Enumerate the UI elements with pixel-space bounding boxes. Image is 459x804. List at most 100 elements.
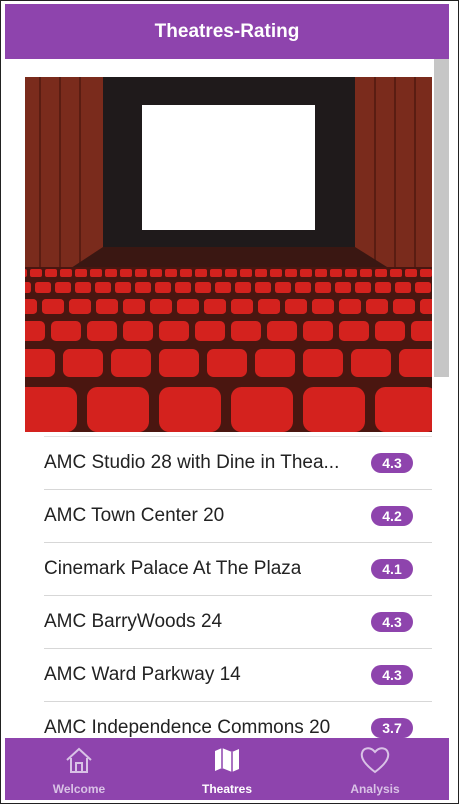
rating-badge: 4.2 [371, 506, 413, 526]
seat [35, 282, 51, 293]
seat [123, 299, 145, 314]
seat [25, 299, 37, 314]
seat [25, 349, 55, 377]
seat [267, 321, 297, 341]
seat [415, 282, 431, 293]
theatre-name: AMC BarryWoods 24 [44, 611, 223, 632]
seat [105, 269, 117, 277]
seat [339, 299, 361, 314]
tab-analysis[interactable]: Analysis [301, 738, 449, 800]
seat [25, 387, 77, 432]
seat [25, 282, 31, 293]
scrollbar[interactable] [434, 59, 449, 377]
seat [87, 321, 117, 341]
seat [150, 269, 162, 277]
seat [339, 321, 369, 341]
seat [345, 269, 357, 277]
rating-badge: 3.7 [371, 718, 413, 738]
rating-badge: 4.1 [371, 559, 413, 579]
tab-welcome[interactable]: Welcome [5, 738, 153, 800]
seat [240, 269, 252, 277]
seat [275, 282, 291, 293]
theatre-illustration [25, 77, 432, 432]
seat [395, 282, 411, 293]
theatre-hero-image [25, 77, 432, 432]
page-title: Theatres-Rating [154, 20, 300, 42]
seat [155, 282, 171, 293]
theatre-list: AMC Studio 28 with Dine in Thea... 4.3 AMC… [44, 436, 432, 754]
seat [375, 387, 432, 432]
seat [159, 387, 221, 432]
seat [135, 269, 147, 277]
seat [285, 299, 307, 314]
seat [177, 299, 199, 314]
seat [255, 269, 267, 277]
seat [69, 299, 91, 314]
seat [303, 321, 333, 341]
seat [225, 269, 237, 277]
theatre-list-item[interactable]: Cinemark Palace At The Plaza 4.1 [44, 542, 432, 595]
seat [335, 282, 351, 293]
seat [195, 269, 207, 277]
seat [255, 282, 271, 293]
seat [150, 299, 172, 314]
seat [175, 282, 191, 293]
seat [30, 269, 42, 277]
seat [195, 321, 225, 341]
seat [420, 299, 432, 314]
seat [55, 282, 71, 293]
seat [330, 269, 342, 277]
theatre-name: Cinemark Palace At The Plaza [44, 558, 302, 579]
seat [235, 282, 251, 293]
app-header: Theatres-Rating [5, 4, 449, 59]
theatre-name: AMC Independence Commons 20 [44, 717, 331, 738]
seat [366, 299, 388, 314]
seat [45, 269, 57, 277]
theatre-list-item[interactable]: AMC Ward Parkway 14 4.3 [44, 648, 432, 701]
seat [123, 321, 153, 341]
seat [90, 269, 102, 277]
seat [96, 299, 118, 314]
seat [120, 269, 132, 277]
seat [300, 269, 312, 277]
tab-theatres[interactable]: Theatres [153, 738, 301, 800]
theatre-list-item[interactable]: AMC Town Center 20 4.2 [44, 489, 432, 542]
seat [215, 282, 231, 293]
seat [25, 321, 45, 341]
seat [115, 282, 131, 293]
app-frame: Theatres-Rating AMC Studio 28 with Dine … [0, 0, 459, 804]
theatre-list-item[interactable]: AMC Studio 28 with Dine in Thea... 4.3 [44, 436, 432, 489]
seat [399, 349, 432, 377]
seat [375, 282, 391, 293]
seat [285, 269, 297, 277]
theatre-name: AMC Studio 28 with Dine in Thea... [44, 452, 340, 473]
seat [270, 269, 282, 277]
seat [95, 282, 111, 293]
seat [411, 321, 432, 341]
seat [258, 299, 280, 314]
tab-label: Theatres [201, 782, 253, 796]
theatre-name: AMC Ward Parkway 14 [44, 664, 241, 685]
seat [60, 269, 72, 277]
seat [312, 299, 334, 314]
seat [210, 269, 222, 277]
heart-icon [359, 745, 391, 782]
seat [231, 387, 293, 432]
seat [111, 349, 151, 377]
seat [360, 269, 372, 277]
seat [204, 299, 226, 314]
seat [75, 269, 87, 277]
seat [231, 321, 261, 341]
seat [25, 269, 27, 277]
seat [393, 299, 415, 314]
seat [63, 349, 103, 377]
theatre-list-item[interactable]: AMC BarryWoods 24 4.3 [44, 595, 432, 648]
bottom-tab-bar: Welcome Theatres Analysis [5, 738, 449, 800]
tab-label: Welcome [52, 782, 106, 796]
seat [75, 282, 91, 293]
rating-badge: 4.3 [371, 665, 413, 685]
seat [315, 282, 331, 293]
seat [375, 321, 405, 341]
seat [295, 282, 311, 293]
seat [165, 269, 177, 277]
